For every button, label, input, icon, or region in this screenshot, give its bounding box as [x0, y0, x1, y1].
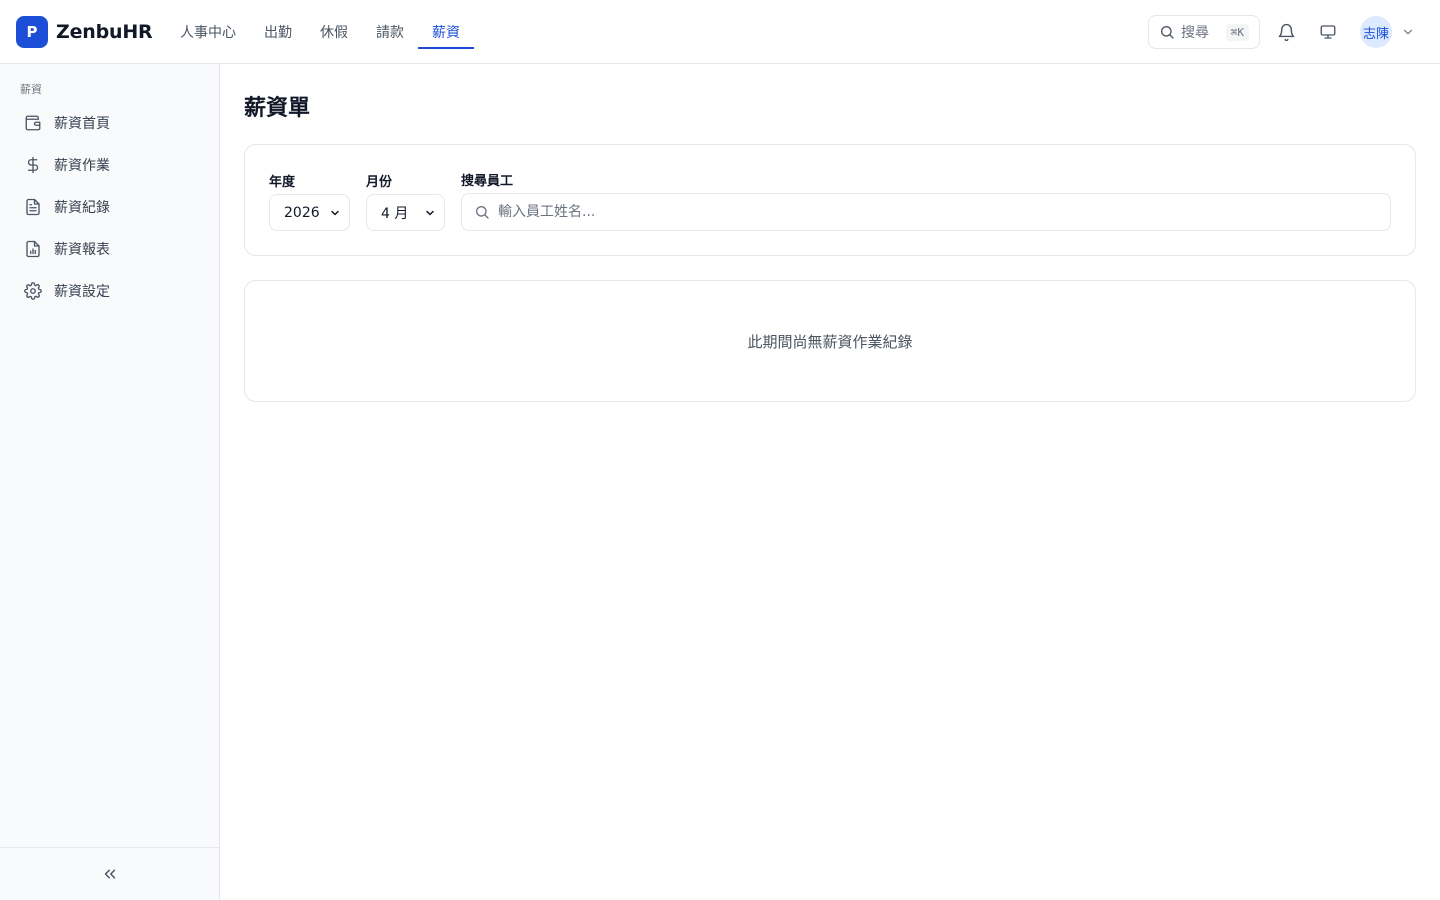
sidebar-item-payroll-operations[interactable]: 薪資作業 — [12, 146, 208, 184]
employee-search-input[interactable] — [498, 204, 1358, 220]
sidebar-item-payroll-home[interactable]: 薪資首頁 — [12, 104, 208, 142]
sidebar-item-label: 薪資報表 — [54, 242, 110, 258]
display-button[interactable] — [1312, 16, 1344, 48]
global-search-button[interactable]: 搜尋 ⌘K — [1148, 15, 1260, 49]
search-shortcut: ⌘K — [1225, 23, 1249, 41]
sidebar-item-label: 薪資首頁 — [54, 116, 110, 132]
filter-card: 年度 2026 月份 4 月 搜尋員工 — [244, 144, 1416, 256]
month-select[interactable]: 4 月 — [366, 194, 445, 231]
sidebar-item-label: 薪資設定 — [54, 284, 110, 300]
file-chart-icon — [26, 240, 40, 258]
sidebar: 薪資 薪資首頁 薪資作業 薪資紀錄 薪資報表 薪資設定 — [0, 64, 220, 900]
search-icon — [1161, 26, 1174, 39]
dollar-icon — [27, 156, 39, 174]
sidebar-item-label: 薪資作業 — [54, 158, 110, 174]
payroll-list-card: 此期間尚無薪資作業紀錄 — [244, 280, 1416, 402]
sidebar-nav: 薪資首頁 薪資作業 薪資紀錄 薪資報表 薪資設定 — [12, 104, 208, 314]
monitor-icon — [1320, 25, 1336, 39]
sidebar-collapse-button[interactable] — [94, 858, 126, 890]
nav-item-attendance[interactable]: 出勤 — [250, 0, 306, 64]
employee-search-label: 搜尋員工 — [461, 174, 514, 189]
month-select-value: 4 月 — [381, 205, 409, 222]
app-name: ZenbuHR — [56, 21, 153, 43]
month-label: 月份 — [366, 175, 393, 190]
search-label: 搜尋 — [1181, 25, 1209, 41]
sidebar-item-payroll-reports[interactable]: 薪資報表 — [12, 230, 208, 268]
wallet-icon — [25, 115, 41, 131]
sidebar-item-label: 薪資紀錄 — [54, 200, 110, 216]
search-icon — [476, 206, 489, 219]
nav-item-payroll[interactable]: 薪資 — [418, 0, 474, 64]
main-nav: 人事中心 出勤 休假 請款 薪資 — [166, 0, 474, 64]
avatar[interactable]: 志陳 — [1360, 16, 1392, 48]
sidebar-item-payroll-records[interactable]: 薪資紀錄 — [12, 188, 208, 226]
sidebar-footer — [0, 847, 219, 900]
chevrons-left-icon — [104, 869, 115, 879]
app-logo[interactable]: P ZenbuHR — [16, 16, 153, 48]
chevron-down-icon — [331, 210, 339, 215]
bell-icon — [1278, 23, 1294, 41]
chevron-down-icon — [1403, 29, 1413, 35]
chevron-down-icon — [426, 210, 434, 215]
file-text-icon — [26, 198, 40, 216]
empty-state-message: 此期間尚無薪資作業紀錄 — [747, 332, 913, 351]
nav-item-leave[interactable]: 休假 — [306, 0, 362, 64]
sidebar-section-title: 薪資 — [20, 83, 42, 96]
top-bar: P ZenbuHR 人事中心 出勤 休假 請款 薪資 搜尋 ⌘K 志陳 — [0, 0, 1440, 64]
nav-item-hr-center[interactable]: 人事中心 — [166, 0, 250, 64]
page-title: 薪資單 — [244, 96, 311, 121]
notifications-button[interactable] — [1270, 16, 1302, 48]
year-select-value: 2026 — [284, 204, 320, 221]
sidebar-item-payroll-settings[interactable]: 薪資設定 — [12, 272, 208, 310]
year-label: 年度 — [269, 175, 296, 190]
employee-search-field[interactable] — [461, 193, 1391, 231]
year-select[interactable]: 2026 — [269, 194, 350, 231]
logo-mark: P — [16, 16, 48, 48]
user-menu-toggle[interactable] — [1398, 22, 1418, 42]
gear-icon — [24, 282, 42, 300]
nav-item-expense[interactable]: 請款 — [362, 0, 418, 64]
